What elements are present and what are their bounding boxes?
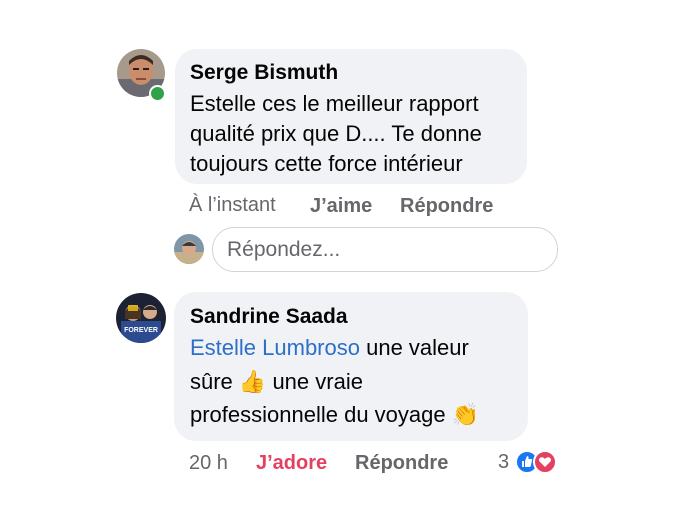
reaction-count: 3 (498, 451, 510, 473)
comment-bubble: Sandrine Saada Estelle Lumbroso une vale… (174, 292, 528, 441)
like-button[interactable]: J’adore (256, 452, 327, 475)
person-photo-icon (116, 293, 166, 343)
avatar-caption: FOREVER (124, 327, 158, 334)
current-user-avatar (174, 234, 204, 264)
comment-timestamp[interactable]: 20 h (189, 452, 228, 475)
like-button[interactable]: J’aime (310, 195, 372, 218)
love-icon (533, 450, 557, 474)
comment-text-line: Estelle ces le meilleur rapport (190, 91, 479, 116)
comment-text-line: qualité prix que D.... Te donne (190, 121, 482, 146)
online-status-indicator (149, 85, 166, 102)
comment-text: professionnelle du voyage (190, 402, 452, 427)
comment-author[interactable]: Serge Bismuth (190, 61, 338, 85)
mention-link[interactable]: Estelle Lumbroso (190, 335, 360, 360)
comment-bubble: Serge Bismuth Estelle ces le meilleur ra… (175, 49, 527, 184)
reaction-summary[interactable]: 3 (496, 448, 562, 476)
comment-author[interactable]: Sandrine Saada (190, 305, 348, 329)
comment-text-line: professionnelle du voyage 👏 (190, 402, 479, 428)
reply-input[interactable]: Répondez... (212, 227, 558, 272)
thumbs-up-emoji-icon: 👍 (238, 369, 267, 394)
reply-input-placeholder: Répondez... (227, 238, 341, 261)
comment-text: sûre (190, 369, 239, 394)
avatar-sandrine-saada[interactable]: FOREVER (116, 293, 166, 343)
person-photo-icon (174, 234, 204, 264)
reply-button[interactable]: Répondre (355, 452, 448, 475)
comment-text: une vraie (266, 369, 363, 394)
comment-text: une valeur (359, 335, 469, 360)
comment-timestamp[interactable]: À l’instant (189, 194, 276, 217)
clapping-hands-emoji-icon: 👏 (451, 402, 480, 427)
comment-text-line: toujours cette force intérieur (190, 151, 463, 176)
reply-button[interactable]: Répondre (400, 195, 493, 218)
comment-text-line: Estelle Lumbroso une valeur (190, 335, 469, 361)
comment-text-line: sûre 👍 une vraie (190, 369, 363, 395)
